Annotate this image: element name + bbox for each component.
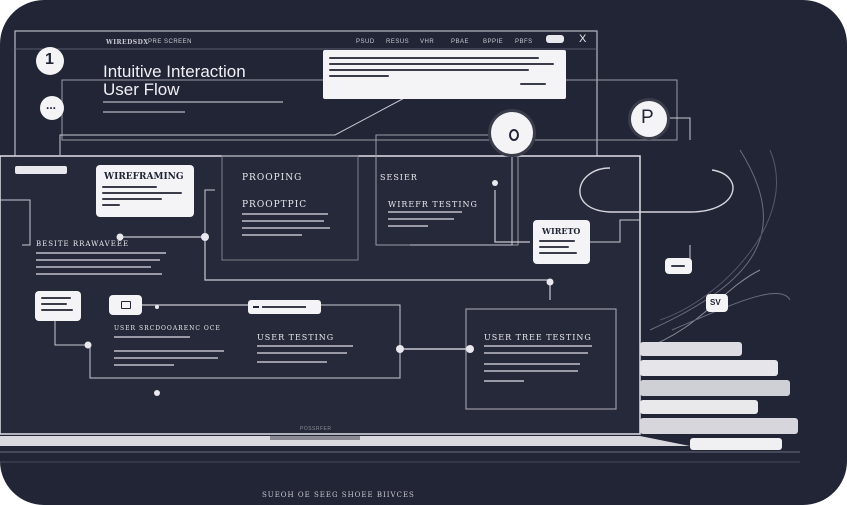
prototyping-header: PROOPING	[242, 173, 303, 183]
stack-page	[640, 342, 742, 356]
caption: SUEOH OE SEEG SHOEE BIIVCES	[262, 491, 415, 499]
page-title-line1: Intuitive Interaction	[103, 62, 246, 81]
cursor-badge	[488, 109, 536, 157]
text-placeholder	[103, 111, 185, 113]
stack-page	[640, 360, 778, 376]
wireframing-label: WIREFRAMING	[104, 172, 184, 182]
step-number-badge: 1	[36, 47, 64, 75]
nav-item[interactable]: BPPIE	[483, 39, 503, 45]
nav-item[interactable]: RESUS	[386, 39, 409, 45]
nav-item[interactable]: VHR	[420, 39, 434, 45]
window-toggle[interactable]	[546, 35, 564, 43]
sketch-label: SESIER	[380, 173, 418, 182]
screen-card[interactable]	[109, 295, 142, 315]
close-icon[interactable]: X	[579, 33, 586, 45]
wireframing-card[interactable]: WIREFRAMING	[96, 165, 194, 217]
more-icon: ...	[46, 98, 57, 112]
step-number: 1	[45, 51, 54, 68]
stack-page	[640, 400, 758, 414]
nav-item[interactable]: PSUD	[356, 39, 375, 45]
text-placeholder	[103, 101, 283, 103]
illustration-canvas: WIREDSDX PRE SCREEN PSUD RESUS VHR PBAE …	[0, 0, 847, 505]
stack-page	[640, 418, 798, 434]
stack-page	[690, 438, 782, 450]
nav-item[interactable]: PBAE	[451, 39, 469, 45]
screen-icon	[121, 301, 131, 309]
sv-card[interactable]: SV	[706, 294, 728, 312]
screen-tab[interactable]	[15, 166, 67, 174]
usability-testing-label: USER TREE TESTING	[484, 333, 592, 342]
page-title-line2: User Flow	[103, 80, 180, 99]
sv-label: SV	[710, 298, 721, 307]
window-subtitle: PRE SCREEN	[148, 39, 193, 45]
wireframe-panel-label: BESITE RRAWAVEEE	[36, 240, 130, 248]
nav-item[interactable]: PBFS	[515, 39, 533, 45]
window-brand: WIREDSDX	[106, 39, 149, 46]
p-badge: P	[628, 98, 670, 140]
laptop-label: POSSRFER	[300, 426, 332, 432]
user-research-label: USER SRCDOOARENC OCE	[114, 325, 221, 332]
wireto-card[interactable]: WIRETO	[533, 220, 590, 264]
wireframe-testing-label: WIREFR TESTING	[388, 200, 478, 209]
description-card	[323, 50, 566, 99]
wireto-label: WIRETO	[542, 226, 581, 236]
user-testing-label: USER TESTING	[257, 333, 335, 342]
p-badge-label: P	[641, 107, 654, 128]
flow-step-pill[interactable]	[248, 300, 321, 314]
stack-page	[640, 380, 790, 396]
pointer-icon	[509, 129, 519, 141]
mini-card[interactable]	[665, 258, 692, 274]
user-card[interactable]	[35, 291, 81, 321]
prototyping-label: PROOPTPIC	[242, 200, 308, 210]
more-options-button[interactable]: ...	[40, 96, 64, 120]
